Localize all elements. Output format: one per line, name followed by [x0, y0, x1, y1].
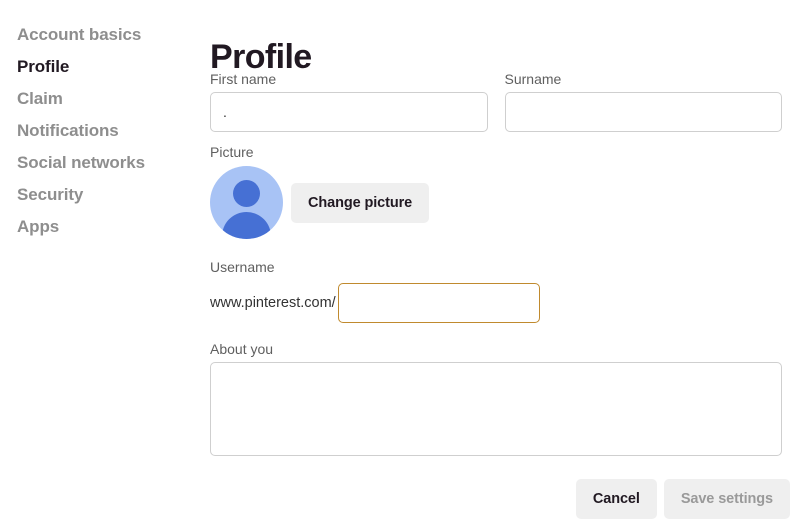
- username-field-group: Username www.pinterest.com/: [210, 258, 630, 323]
- save-settings-button[interactable]: Save settings: [663, 479, 790, 519]
- sidebar-item-label: Account basics: [17, 25, 142, 44]
- about-you-label: About you: [210, 341, 274, 357]
- footer-action-bar: Cancel Save settings: [575, 479, 790, 519]
- surname-field-group: Surname: [504, 70, 782, 132]
- sidebar-item-profile[interactable]: Profile: [0, 51, 200, 83]
- about-you-textarea[interactable]: [210, 362, 782, 456]
- username-input[interactable]: [337, 283, 540, 323]
- settings-sidebar: Account basics Profile Claim Notificatio…: [0, 0, 200, 522]
- sidebar-item-security[interactable]: Security: [0, 179, 200, 211]
- sidebar-item-label: Apps: [17, 217, 60, 236]
- name-fields-row: First name Surname: [210, 70, 782, 132]
- picture-label: Picture: [210, 144, 254, 160]
- sidebar-item-social-networks[interactable]: Social networks: [0, 147, 200, 179]
- username-url-prefix: www.pinterest.com/: [210, 295, 336, 311]
- picture-row: Change picture: [210, 166, 630, 239]
- surname-label: Surname: [504, 71, 562, 87]
- sidebar-item-notifications[interactable]: Notifications: [0, 115, 200, 147]
- sidebar-item-label: Security: [17, 185, 84, 204]
- sidebar-item-label: Social networks: [17, 153, 145, 172]
- first-name-label: First name: [210, 71, 277, 87]
- cancel-button[interactable]: Cancel: [575, 479, 657, 519]
- username-label: Username: [210, 259, 275, 275]
- about-field-group: About you: [210, 340, 782, 461]
- first-name-field-group: First name: [210, 70, 488, 132]
- avatar-head-shape: [233, 180, 260, 207]
- sidebar-item-label: Profile: [17, 57, 70, 76]
- sidebar-item-claim[interactable]: Claim: [0, 83, 200, 115]
- sidebar-item-account-basics[interactable]: Account basics: [0, 19, 200, 51]
- profile-settings-panel: Profile First name Surname Picture Chang…: [210, 0, 800, 522]
- sidebar-item-label: Notifications: [17, 121, 119, 140]
- picture-field-group: Picture Change picture: [210, 143, 630, 239]
- surname-input[interactable]: [504, 92, 782, 132]
- change-picture-button[interactable]: Change picture: [291, 182, 430, 223]
- sidebar-item-apps[interactable]: Apps: [0, 211, 200, 243]
- username-row: www.pinterest.com/: [210, 283, 630, 323]
- sidebar-item-label: Claim: [17, 89, 63, 108]
- first-name-input[interactable]: [210, 92, 488, 132]
- default-user-avatar-icon[interactable]: [210, 166, 283, 239]
- avatar-body-shape: [222, 212, 271, 239]
